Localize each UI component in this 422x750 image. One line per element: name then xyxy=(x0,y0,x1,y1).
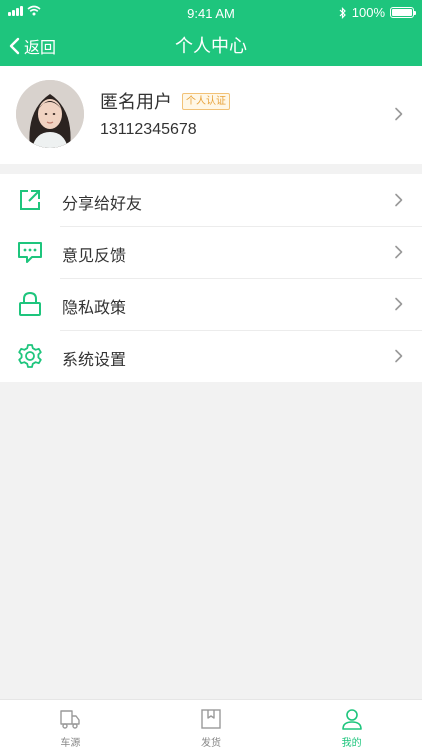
tab-label-mine: 我的 xyxy=(341,738,362,749)
bluetooth-icon xyxy=(339,6,346,19)
menu-label-share: 分享给好友 xyxy=(62,196,143,213)
lock-icon xyxy=(19,291,41,316)
menu-item-settings[interactable]: 系统设置 xyxy=(0,330,422,382)
menu-label-settings: 系统设置 xyxy=(62,352,127,369)
menu-item-privacy[interactable]: 隐私政策 xyxy=(0,278,422,330)
tab-label-ship: 发货 xyxy=(201,738,221,749)
gear-icon xyxy=(18,344,42,368)
chevron-right-icon xyxy=(395,297,403,311)
menu-item-feedback[interactable]: 意见反馈 xyxy=(0,226,422,278)
avatar xyxy=(16,80,84,148)
tab-vehicles[interactable]: 车源 xyxy=(0,700,141,750)
chevron-left-icon xyxy=(9,37,20,55)
user-phone: 13112345678 xyxy=(100,121,197,138)
menu-item-share[interactable]: 分享给好友 xyxy=(0,174,422,226)
chevron-right-icon xyxy=(395,349,403,363)
truck-icon xyxy=(60,710,81,729)
user-name: 匿名用户 xyxy=(100,92,172,112)
chevron-right-icon xyxy=(395,245,403,259)
share-icon xyxy=(20,190,40,210)
profile-name-row: 匿名用户 个人认证 xyxy=(100,88,230,114)
tab-mine[interactable]: 我的 xyxy=(281,700,422,750)
back-button[interactable]: 返回 xyxy=(8,34,56,58)
tab-label-vehicles: 车源 xyxy=(60,738,81,749)
chevron-right-icon xyxy=(395,193,403,207)
back-label: 返回 xyxy=(24,40,57,57)
verify-badge: 个人认证 xyxy=(182,92,230,110)
battery-percent: 100% xyxy=(351,5,385,20)
tab-ship[interactable]: 发货 xyxy=(141,700,282,750)
box-icon xyxy=(201,709,221,729)
battery-icon xyxy=(390,7,416,18)
menu-list: 分享给好友 意见反馈 隐私政策 系统设置 xyxy=(0,174,422,382)
tab-bar: 车源 发货 我的 xyxy=(0,699,422,750)
avatar-image xyxy=(16,80,84,148)
header: 9:41 AM 100% 返回 个人中心 xyxy=(0,0,422,66)
page-title: 个人中心 xyxy=(175,36,247,56)
feedback-icon xyxy=(18,242,42,263)
status-right: 100% xyxy=(339,5,416,20)
profile-card[interactable]: 匿名用户 个人认证 13112345678 xyxy=(0,66,422,164)
status-bar: 9:41 AM 100% xyxy=(0,0,422,26)
nav-bar: 返回 个人中心 xyxy=(0,26,422,66)
menu-label-feedback: 意见反馈 xyxy=(62,248,127,265)
chevron-right-icon xyxy=(395,107,403,121)
person-icon xyxy=(341,709,362,730)
menu-label-privacy: 隐私政策 xyxy=(62,300,127,317)
